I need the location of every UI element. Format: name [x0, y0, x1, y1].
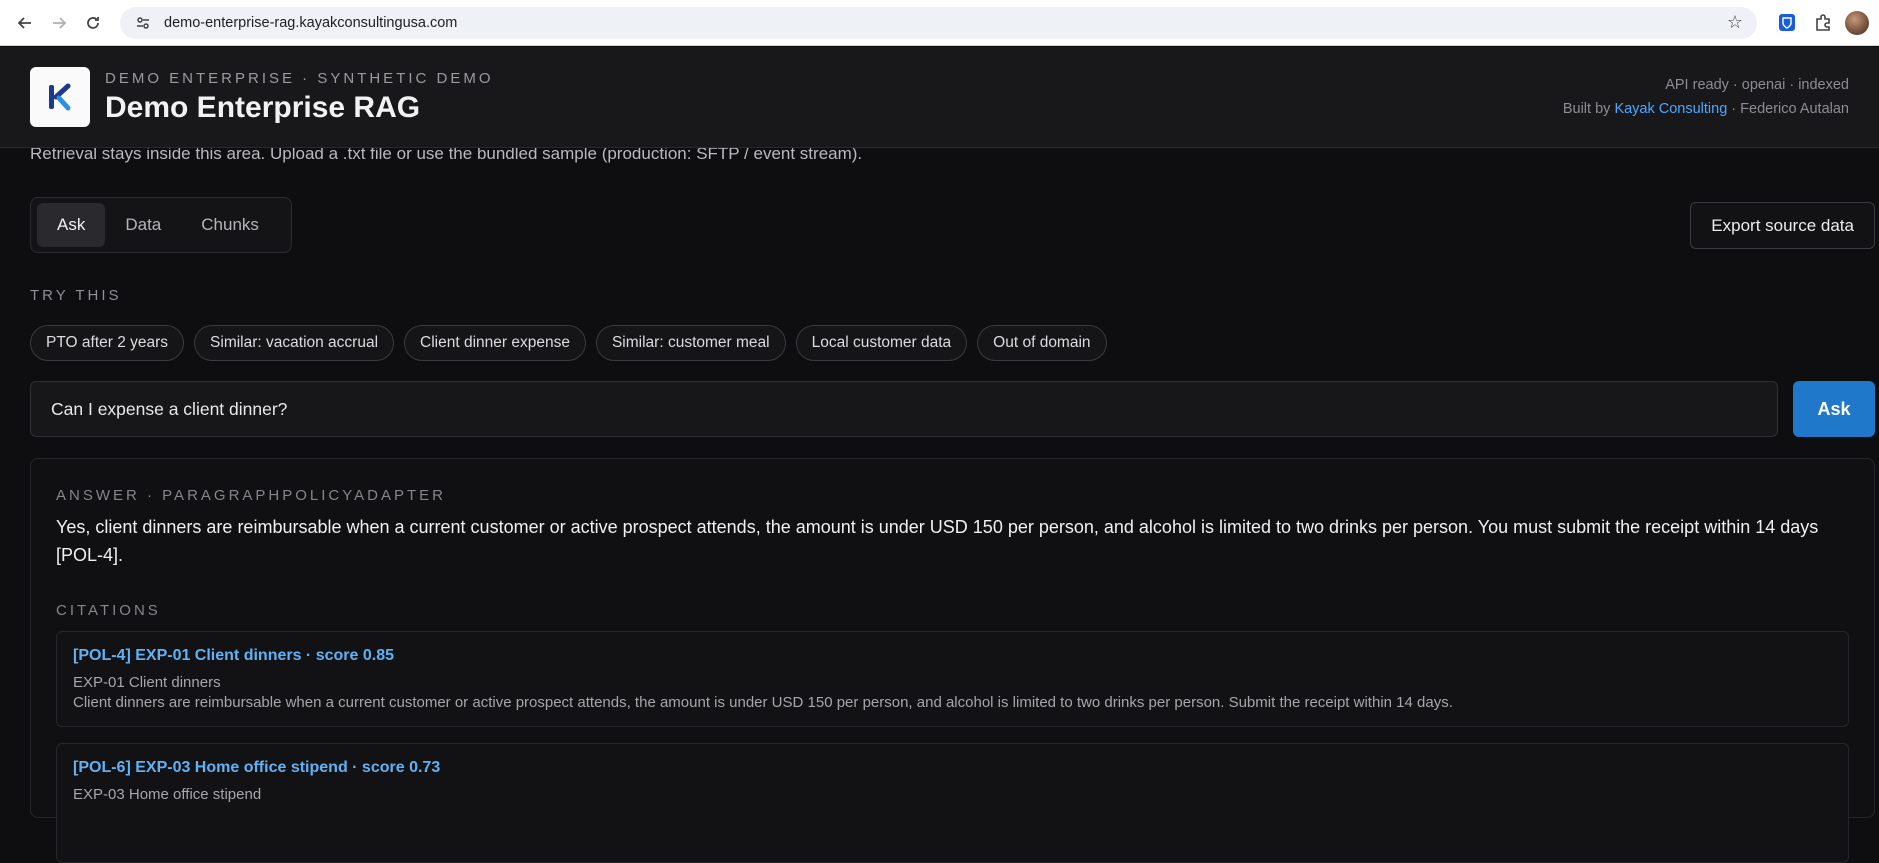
forward-icon[interactable] — [44, 8, 74, 38]
address-bar[interactable]: demo-enterprise-rag.kayakconsultingusa.c… — [120, 6, 1757, 39]
tab-chunks[interactable]: Chunks — [181, 203, 279, 247]
bitwarden-extension-icon[interactable] — [1771, 7, 1803, 39]
header-eyebrow: DEMO ENTERPRISE · SYNTHETIC DEMO — [105, 69, 494, 87]
answer-card: ANSWER · PARAGRAPHPOLICYADAPTER Yes, cli… — [30, 458, 1875, 863]
citation-body: Client dinners are reimbursable when a c… — [73, 694, 1453, 711]
question-input[interactable] — [30, 381, 1778, 437]
site-settings-icon[interactable] — [134, 14, 152, 32]
chip-customer-meal[interactable]: Similar: customer meal — [595, 325, 786, 361]
extensions-puzzle-icon[interactable] — [1807, 7, 1839, 39]
citation-title-link[interactable]: [POL-4] EXP-01 Client dinners · score 0.… — [73, 647, 1832, 665]
answer-text: Yes, client dinners are reimbursable whe… — [56, 517, 1819, 565]
reload-icon[interactable] — [78, 8, 108, 38]
try-this-label: TRY THIS — [30, 287, 122, 304]
export-source-data-button[interactable]: Export source data — [1690, 202, 1875, 249]
kayak-logo-icon — [30, 67, 90, 127]
chip-local-customer-data[interactable]: Local customer data — [795, 325, 968, 361]
kayak-consulting-link[interactable]: Kayak Consulting — [1614, 101, 1727, 117]
url-text: demo-enterprise-rag.kayakconsultingusa.c… — [164, 14, 458, 31]
tab-bar: Ask Data Chunks — [30, 197, 292, 253]
page-title: Demo Enterprise RAG — [105, 90, 421, 124]
api-status: API ready · openai · indexed — [1665, 77, 1849, 93]
citations-label: CITATIONS — [56, 602, 161, 619]
chip-client-dinner[interactable]: Client dinner expense — [404, 325, 586, 361]
citation-subtitle: EXP-03 Home office stipend — [73, 786, 262, 803]
profile-avatar[interactable] — [1845, 10, 1869, 35]
ask-button[interactable]: Ask — [1793, 381, 1875, 437]
chip-pto[interactable]: PTO after 2 years — [30, 325, 185, 361]
built-by: Built by Kayak Consulting · Federico Aut… — [1562, 101, 1849, 117]
citation-card: [POL-6] EXP-03 Home office stipend · sco… — [56, 743, 1849, 863]
chip-vacation-accrual[interactable]: Similar: vacation accrual — [194, 325, 395, 361]
suggestion-chips: PTO after 2 years Similar: vacation accr… — [30, 325, 1117, 361]
citation-subtitle: EXP-01 Client dinners — [73, 674, 221, 691]
answer-label: ANSWER · PARAGRAPHPOLICYADAPTER — [56, 487, 446, 504]
citation-title-link[interactable]: [POL-6] EXP-03 Home office stipend · sco… — [73, 759, 1832, 777]
chip-out-of-domain[interactable]: Out of domain — [977, 325, 1107, 361]
tab-ask[interactable]: Ask — [37, 203, 106, 247]
tab-data[interactable]: Data — [105, 203, 181, 247]
back-icon[interactable] — [10, 8, 40, 38]
citation-card: [POL-4] EXP-01 Client dinners · score 0.… — [56, 631, 1849, 727]
bookmark-star-icon[interactable]: ☆ — [1727, 12, 1743, 33]
browser-toolbar: demo-enterprise-rag.kayakconsultingusa.c… — [0, 0, 1879, 46]
app-header: DEMO ENTERPRISE · SYNTHETIC DEMO Demo En… — [0, 47, 1879, 148]
